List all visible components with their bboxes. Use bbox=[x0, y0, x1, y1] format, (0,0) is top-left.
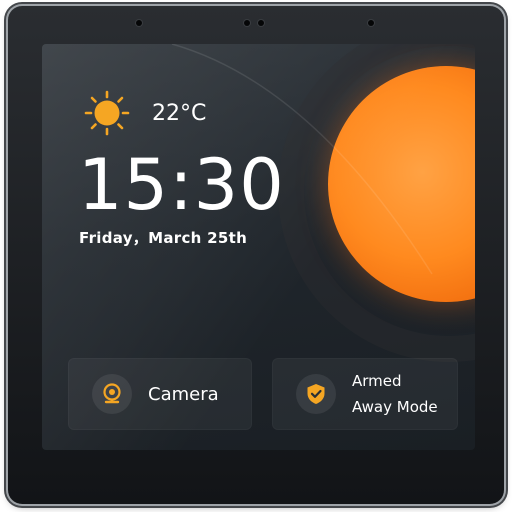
security-mode-card[interactable]: Armed Away Mode bbox=[272, 358, 458, 430]
weather-widget[interactable]: 22°C bbox=[84, 90, 206, 136]
sensor-dot bbox=[368, 20, 374, 26]
camera-icon-badge bbox=[92, 374, 132, 414]
shield-icon-badge bbox=[296, 374, 336, 414]
camera-card[interactable]: Camera bbox=[68, 358, 252, 430]
camera-icon bbox=[103, 383, 121, 404]
camera-card-label: Camera bbox=[148, 383, 219, 405]
security-status-label: Armed bbox=[352, 372, 402, 390]
camera-lens bbox=[244, 20, 250, 26]
sun-icon bbox=[84, 90, 130, 136]
temperature-text: 22°C bbox=[152, 100, 207, 126]
clock-time: 15:30 bbox=[78, 144, 285, 226]
clock-date: Friday，March 25th bbox=[79, 229, 248, 247]
security-mode-label: Away Mode bbox=[352, 398, 438, 416]
home-screen: 22°C 15:30 Friday，March 25th Camera Arme… bbox=[42, 44, 475, 450]
light-sensor bbox=[258, 20, 264, 26]
smart-panel-device: 22°C 15:30 Friday，March 25th Camera Arme… bbox=[8, 6, 504, 504]
security-mode-text: Armed Away Mode bbox=[352, 368, 438, 420]
shield-check-icon bbox=[307, 384, 325, 404]
sensor-dot bbox=[136, 20, 142, 26]
